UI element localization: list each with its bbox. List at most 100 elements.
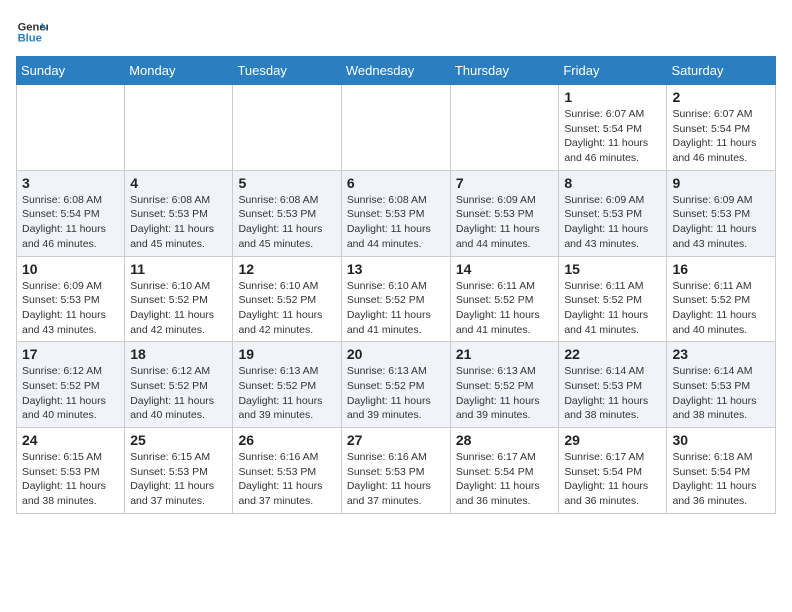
day-info: Sunrise: 6:12 AM Sunset: 5:52 PM Dayligh…	[130, 364, 227, 423]
weekday-header-tuesday: Tuesday	[233, 57, 341, 85]
day-number: 17	[22, 346, 119, 362]
day-info: Sunrise: 6:16 AM Sunset: 5:53 PM Dayligh…	[347, 450, 445, 509]
week-row-2: 3 Sunrise: 6:08 AM Sunset: 5:54 PM Daylig…	[17, 170, 776, 256]
day-info: Sunrise: 6:10 AM Sunset: 5:52 PM Dayligh…	[238, 279, 335, 338]
calendar-cell: 26 Sunrise: 6:16 AM Sunset: 5:53 PM Dayli…	[233, 428, 341, 514]
day-number: 24	[22, 432, 119, 448]
day-number: 26	[238, 432, 335, 448]
calendar-cell: 24 Sunrise: 6:15 AM Sunset: 5:53 PM Dayli…	[17, 428, 125, 514]
calendar-table: SundayMondayTuesdayWednesdayThursdayFrid…	[16, 56, 776, 514]
calendar-cell: 1 Sunrise: 6:07 AM Sunset: 5:54 PM Daylig…	[559, 85, 667, 171]
calendar-cell: 25 Sunrise: 6:15 AM Sunset: 5:53 PM Dayli…	[125, 428, 233, 514]
day-number: 11	[130, 261, 227, 277]
day-info: Sunrise: 6:16 AM Sunset: 5:53 PM Dayligh…	[238, 450, 335, 509]
day-number: 14	[456, 261, 554, 277]
calendar-cell: 9 Sunrise: 6:09 AM Sunset: 5:53 PM Daylig…	[667, 170, 776, 256]
day-info: Sunrise: 6:11 AM Sunset: 5:52 PM Dayligh…	[564, 279, 661, 338]
calendar-cell	[450, 85, 559, 171]
day-number: 22	[564, 346, 661, 362]
day-number: 30	[672, 432, 770, 448]
week-row-5: 24 Sunrise: 6:15 AM Sunset: 5:53 PM Dayli…	[17, 428, 776, 514]
day-info: Sunrise: 6:10 AM Sunset: 5:52 PM Dayligh…	[347, 279, 445, 338]
calendar-cell: 11 Sunrise: 6:10 AM Sunset: 5:52 PM Dayli…	[125, 256, 233, 342]
calendar-cell: 3 Sunrise: 6:08 AM Sunset: 5:54 PM Daylig…	[17, 170, 125, 256]
day-number: 18	[130, 346, 227, 362]
day-info: Sunrise: 6:12 AM Sunset: 5:52 PM Dayligh…	[22, 364, 119, 423]
day-info: Sunrise: 6:17 AM Sunset: 5:54 PM Dayligh…	[456, 450, 554, 509]
day-number: 12	[238, 261, 335, 277]
calendar-cell: 6 Sunrise: 6:08 AM Sunset: 5:53 PM Daylig…	[341, 170, 450, 256]
day-info: Sunrise: 6:18 AM Sunset: 5:54 PM Dayligh…	[672, 450, 770, 509]
day-info: Sunrise: 6:11 AM Sunset: 5:52 PM Dayligh…	[456, 279, 554, 338]
day-number: 5	[238, 175, 335, 191]
day-info: Sunrise: 6:09 AM Sunset: 5:53 PM Dayligh…	[672, 193, 770, 252]
day-info: Sunrise: 6:17 AM Sunset: 5:54 PM Dayligh…	[564, 450, 661, 509]
day-info: Sunrise: 6:07 AM Sunset: 5:54 PM Dayligh…	[564, 107, 661, 166]
weekday-header-sunday: Sunday	[17, 57, 125, 85]
day-number: 6	[347, 175, 445, 191]
calendar-cell: 22 Sunrise: 6:14 AM Sunset: 5:53 PM Dayli…	[559, 342, 667, 428]
day-number: 29	[564, 432, 661, 448]
day-info: Sunrise: 6:08 AM Sunset: 5:53 PM Dayligh…	[130, 193, 227, 252]
day-number: 25	[130, 432, 227, 448]
day-info: Sunrise: 6:14 AM Sunset: 5:53 PM Dayligh…	[672, 364, 770, 423]
day-info: Sunrise: 6:14 AM Sunset: 5:53 PM Dayligh…	[564, 364, 661, 423]
weekday-header-saturday: Saturday	[667, 57, 776, 85]
day-number: 2	[672, 89, 770, 105]
weekday-header-wednesday: Wednesday	[341, 57, 450, 85]
calendar-cell: 8 Sunrise: 6:09 AM Sunset: 5:53 PM Daylig…	[559, 170, 667, 256]
day-info: Sunrise: 6:08 AM Sunset: 5:54 PM Dayligh…	[22, 193, 119, 252]
day-info: Sunrise: 6:09 AM Sunset: 5:53 PM Dayligh…	[456, 193, 554, 252]
calendar-cell	[233, 85, 341, 171]
day-info: Sunrise: 6:07 AM Sunset: 5:54 PM Dayligh…	[672, 107, 770, 166]
day-info: Sunrise: 6:09 AM Sunset: 5:53 PM Dayligh…	[22, 279, 119, 338]
calendar-cell: 19 Sunrise: 6:13 AM Sunset: 5:52 PM Dayli…	[233, 342, 341, 428]
day-number: 16	[672, 261, 770, 277]
weekday-header-friday: Friday	[559, 57, 667, 85]
day-info: Sunrise: 6:10 AM Sunset: 5:52 PM Dayligh…	[130, 279, 227, 338]
calendar-cell: 5 Sunrise: 6:08 AM Sunset: 5:53 PM Daylig…	[233, 170, 341, 256]
day-number: 27	[347, 432, 445, 448]
calendar-cell	[17, 85, 125, 171]
day-number: 3	[22, 175, 119, 191]
day-number: 15	[564, 261, 661, 277]
week-row-4: 17 Sunrise: 6:12 AM Sunset: 5:52 PM Dayli…	[17, 342, 776, 428]
day-number: 23	[672, 346, 770, 362]
day-number: 9	[672, 175, 770, 191]
day-info: Sunrise: 6:11 AM Sunset: 5:52 PM Dayligh…	[672, 279, 770, 338]
calendar-cell: 17 Sunrise: 6:12 AM Sunset: 5:52 PM Dayli…	[17, 342, 125, 428]
calendar-cell: 7 Sunrise: 6:09 AM Sunset: 5:53 PM Daylig…	[450, 170, 559, 256]
calendar-cell: 10Sunrise: 6:09 AM Sunset: 5:53 PM Dayli…	[17, 256, 125, 342]
calendar-cell: 30 Sunrise: 6:18 AM Sunset: 5:54 PM Dayli…	[667, 428, 776, 514]
day-number: 1	[564, 89, 661, 105]
weekday-header-thursday: Thursday	[450, 57, 559, 85]
weekday-header-monday: Monday	[125, 57, 233, 85]
calendar-cell: 18 Sunrise: 6:12 AM Sunset: 5:52 PM Dayli…	[125, 342, 233, 428]
day-number: 7	[456, 175, 554, 191]
day-info: Sunrise: 6:13 AM Sunset: 5:52 PM Dayligh…	[456, 364, 554, 423]
day-number: 28	[456, 432, 554, 448]
calendar-cell: 4 Sunrise: 6:08 AM Sunset: 5:53 PM Daylig…	[125, 170, 233, 256]
day-number: 4	[130, 175, 227, 191]
week-row-1: 1 Sunrise: 6:07 AM Sunset: 5:54 PM Daylig…	[17, 85, 776, 171]
calendar-cell	[125, 85, 233, 171]
day-number: 8	[564, 175, 661, 191]
logo-icon: General Blue	[16, 16, 48, 48]
day-info: Sunrise: 6:09 AM Sunset: 5:53 PM Dayligh…	[564, 193, 661, 252]
calendar-cell: 16 Sunrise: 6:11 AM Sunset: 5:52 PM Dayli…	[667, 256, 776, 342]
svg-text:Blue: Blue	[18, 33, 42, 45]
calendar-cell: 15 Sunrise: 6:11 AM Sunset: 5:52 PM Dayli…	[559, 256, 667, 342]
calendar-cell: 28 Sunrise: 6:17 AM Sunset: 5:54 PM Dayli…	[450, 428, 559, 514]
day-number: 19	[238, 346, 335, 362]
calendar-cell: 20Sunrise: 6:13 AM Sunset: 5:52 PM Dayli…	[341, 342, 450, 428]
calendar-cell: 14 Sunrise: 6:11 AM Sunset: 5:52 PM Dayli…	[450, 256, 559, 342]
day-info: Sunrise: 6:08 AM Sunset: 5:53 PM Dayligh…	[238, 193, 335, 252]
day-info: Sunrise: 6:15 AM Sunset: 5:53 PM Dayligh…	[22, 450, 119, 509]
calendar-cell: 29 Sunrise: 6:17 AM Sunset: 5:54 PM Dayli…	[559, 428, 667, 514]
day-info: Sunrise: 6:08 AM Sunset: 5:53 PM Dayligh…	[347, 193, 445, 252]
day-info: Sunrise: 6:15 AM Sunset: 5:53 PM Dayligh…	[130, 450, 227, 509]
logo: General Blue	[16, 16, 48, 48]
day-info: Sunrise: 6:13 AM Sunset: 5:52 PM Dayligh…	[238, 364, 335, 423]
calendar-cell: 12 Sunrise: 6:10 AM Sunset: 5:52 PM Dayli…	[233, 256, 341, 342]
day-number: 21	[456, 346, 554, 362]
